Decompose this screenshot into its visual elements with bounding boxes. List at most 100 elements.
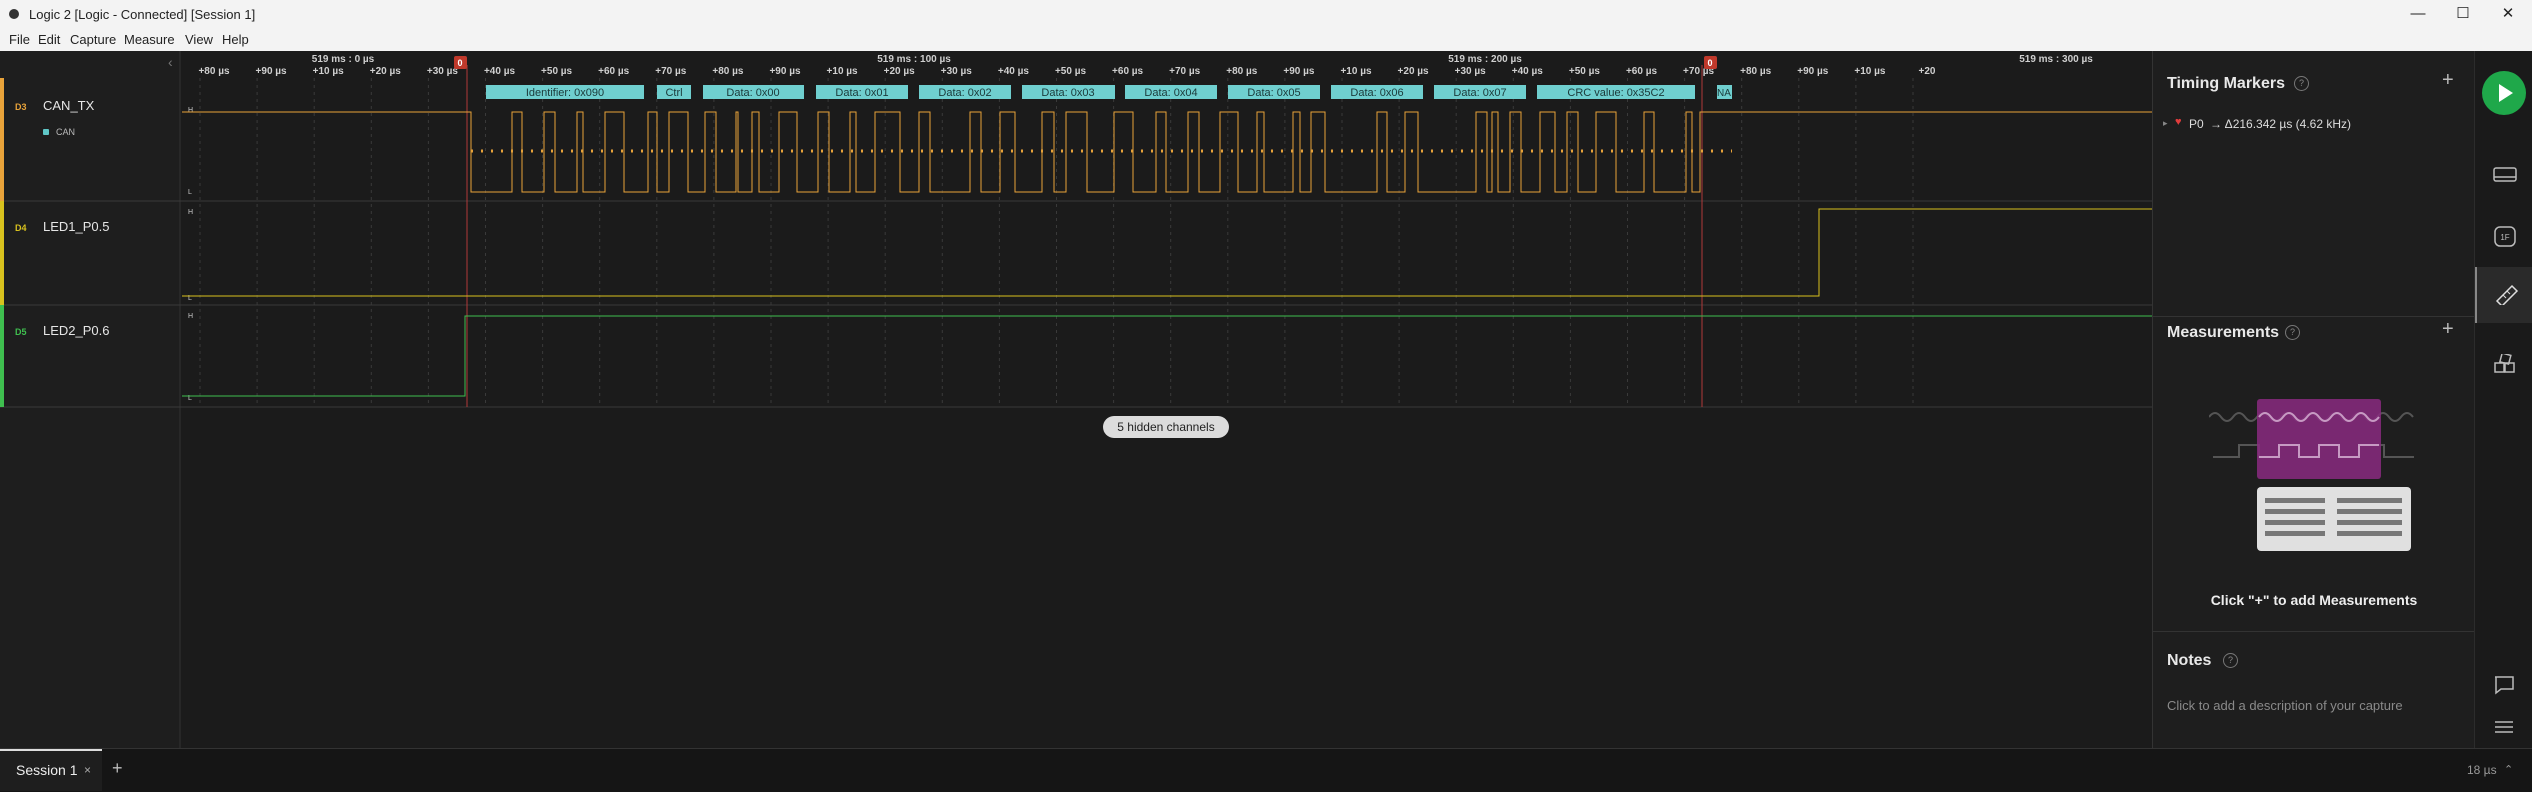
menu-measure[interactable]: Measure xyxy=(124,32,175,47)
tick-label: +20 µs xyxy=(1398,66,1430,77)
can-analyzer-swatch xyxy=(43,129,49,135)
decoder-frame-crc[interactable]: CRC value: 0x35C2 xyxy=(1537,85,1695,99)
menu-file[interactable]: File xyxy=(9,32,30,47)
decoder-frame-data-5[interactable]: Data: 0x05 xyxy=(1228,85,1320,99)
svg-text:Data: 0x02: Data: 0x02 xyxy=(938,87,991,99)
measurements-hint: Click "+" to add Measurements xyxy=(2210,592,2418,608)
timing-markers-title: Timing Markers xyxy=(2167,75,2285,92)
tick-label: +90 µs xyxy=(1283,66,1315,77)
measurements-tool-button[interactable] xyxy=(2475,267,2532,323)
grid-lines xyxy=(199,78,1914,407)
decoder-frame-data-3[interactable]: Data: 0x03 xyxy=(1022,85,1115,99)
major-time-label-2: 519 ms : 200 µs xyxy=(1448,54,1522,65)
svg-text:CRC value: 0x35C2: CRC value: 0x35C2 xyxy=(1567,87,1664,99)
tick-label: +70 µs xyxy=(655,66,687,77)
time-ruler[interactable]: 519 ms : 0 µs 519 ms : 100 µs 519 ms : 2… xyxy=(198,54,2093,77)
decoder-frame-data-0[interactable]: Data: 0x00 xyxy=(703,85,804,99)
measure-icon xyxy=(2495,284,2519,305)
decoder-frame-data-4[interactable]: Data: 0x04 xyxy=(1125,85,1217,99)
tick-label: +80 µs xyxy=(712,66,744,77)
maximize-button[interactable]: ☐ xyxy=(2448,3,2478,25)
time-scale-readout: 18 µs xyxy=(2467,763,2497,777)
run-button[interactable] xyxy=(2482,71,2526,115)
channel-id-d5: D5 xyxy=(15,327,27,337)
menu-help[interactable]: Help xyxy=(222,32,249,47)
svg-text:Data: 0x06: Data: 0x06 xyxy=(1350,87,1403,99)
channel-name-led1[interactable]: LED1_P0.5 xyxy=(43,219,110,234)
add-timing-marker-button[interactable]: + xyxy=(2442,69,2454,92)
decoder-frame-data-7[interactable]: Data: 0x07 xyxy=(1434,85,1526,99)
can-analyzer-label[interactable]: CAN xyxy=(56,127,75,137)
menu-view[interactable]: View xyxy=(185,32,213,47)
svg-text:Data: 0x07: Data: 0x07 xyxy=(1453,87,1506,99)
analyzer-icon: 1F xyxy=(2494,226,2516,247)
marker-expand-icon[interactable]: ▸ xyxy=(2163,118,2168,129)
tick-label: +40 µs xyxy=(484,66,516,77)
decoder-frame-data-6[interactable]: Data: 0x06 xyxy=(1331,85,1423,99)
channel-name-led2[interactable]: LED2_P0.6 xyxy=(43,323,110,338)
marker-delta-value: → Δ216.342 µs (4.62 kHz) xyxy=(2210,117,2351,131)
right-toolbar: 1F xyxy=(2474,51,2532,756)
waveform-view[interactable]: ‹ 519 ms : 0 µs 519 ms : 100 µs 519 ms :… xyxy=(0,51,2152,756)
svg-text:NA: NA xyxy=(1717,88,1731,99)
close-button[interactable]: ✕ xyxy=(2493,3,2523,25)
tick-label: +80 µs xyxy=(1740,66,1772,77)
decoder-frame-identifier[interactable]: Identifier: 0x090 xyxy=(486,85,644,99)
svg-text:1F: 1F xyxy=(2500,233,2509,242)
measurements-title: Measurements xyxy=(2167,324,2280,341)
notes-help-icon[interactable]: ? xyxy=(2223,653,2238,668)
tick-label: +20 µs xyxy=(884,66,916,77)
session-close-icon[interactable]: × xyxy=(84,763,91,777)
device-settings-button[interactable] xyxy=(2475,148,2532,204)
svg-text:Ctrl: Ctrl xyxy=(665,87,682,99)
channel-color-strip-d5 xyxy=(0,305,4,407)
hidden-channels-label: 5 hidden channels xyxy=(1117,420,1214,434)
channel-label-panel xyxy=(0,51,180,756)
add-session-button[interactable]: + xyxy=(112,758,123,779)
device-icon xyxy=(2493,167,2517,182)
title-bar: Logic 2 [Logic - Connected] [Session 1] … xyxy=(0,0,2532,29)
waveform-canvas[interactable]: ‹ 519 ms : 0 µs 519 ms : 100 µs 519 ms :… xyxy=(0,51,2152,756)
tick-label: +30 µs xyxy=(427,66,459,77)
timing-marker-end-label: 0 xyxy=(1707,58,1712,68)
tick-label: +50 µs xyxy=(1055,66,1087,77)
tick-label: +10 µs xyxy=(1854,66,1886,77)
tick-label: +90 µs xyxy=(256,66,288,77)
measurements-help-icon[interactable]: ? xyxy=(2285,325,2300,340)
svg-text:Identifier: 0x090: Identifier: 0x090 xyxy=(526,87,604,99)
tick-label: +10 µs xyxy=(827,66,859,77)
svg-text:Data: 0x01: Data: 0x01 xyxy=(835,87,888,99)
panel-divider-1 xyxy=(2153,316,2475,317)
tick-label: +70 µs xyxy=(1169,66,1201,77)
decoder-frame-data-1[interactable]: Data: 0x01 xyxy=(816,85,908,99)
session-tab[interactable]: Session 1 × xyxy=(0,749,102,791)
collapse-labels-icon[interactable]: ‹ xyxy=(168,54,173,70)
menu-capture[interactable]: Capture xyxy=(70,32,116,47)
menu-bar: File Edit Capture Measure View Help xyxy=(0,29,2532,51)
led2-waveform xyxy=(182,315,2152,397)
tick-label: +80 µs xyxy=(198,66,230,77)
decoder-frame-ctrl[interactable]: Ctrl xyxy=(657,85,691,99)
marker-name[interactable]: P0 xyxy=(2189,117,2204,131)
timing-markers-help-icon[interactable]: ? xyxy=(2294,76,2309,91)
menu-icon xyxy=(2495,721,2513,733)
menu-edit[interactable]: Edit xyxy=(38,32,60,47)
tick-label: +40 µs xyxy=(1512,66,1544,77)
add-measurement-button[interactable]: + xyxy=(2442,318,2454,341)
extensions-button[interactable] xyxy=(2475,338,2532,394)
led1-waveform xyxy=(182,208,2152,297)
can-decoder-row[interactable]: Identifier: 0x090 Ctrl Data: 0x00 Data: … xyxy=(486,85,1732,99)
channel-name-can-tx[interactable]: CAN_TX xyxy=(43,98,95,113)
analyzers-button[interactable]: 1F xyxy=(2475,210,2532,266)
tick-label: +60 µs xyxy=(598,66,630,77)
decoder-frame-na[interactable]: NA xyxy=(1717,85,1732,99)
notes-input[interactable]: Click to add a description of your captu… xyxy=(2167,698,2403,713)
channel-color-strip-d3 xyxy=(0,78,4,201)
run-icon xyxy=(2499,84,2513,102)
tick-label: +60 µs xyxy=(1626,66,1658,77)
major-time-label-1: 519 ms : 100 µs xyxy=(877,54,951,65)
minimize-button[interactable]: — xyxy=(2403,3,2433,25)
expand-status-icon[interactable]: ⌃ xyxy=(2504,763,2513,776)
window-title: Logic 2 [Logic - Connected] [Session 1] xyxy=(29,7,256,22)
decoder-frame-data-2[interactable]: Data: 0x02 xyxy=(919,85,1011,99)
